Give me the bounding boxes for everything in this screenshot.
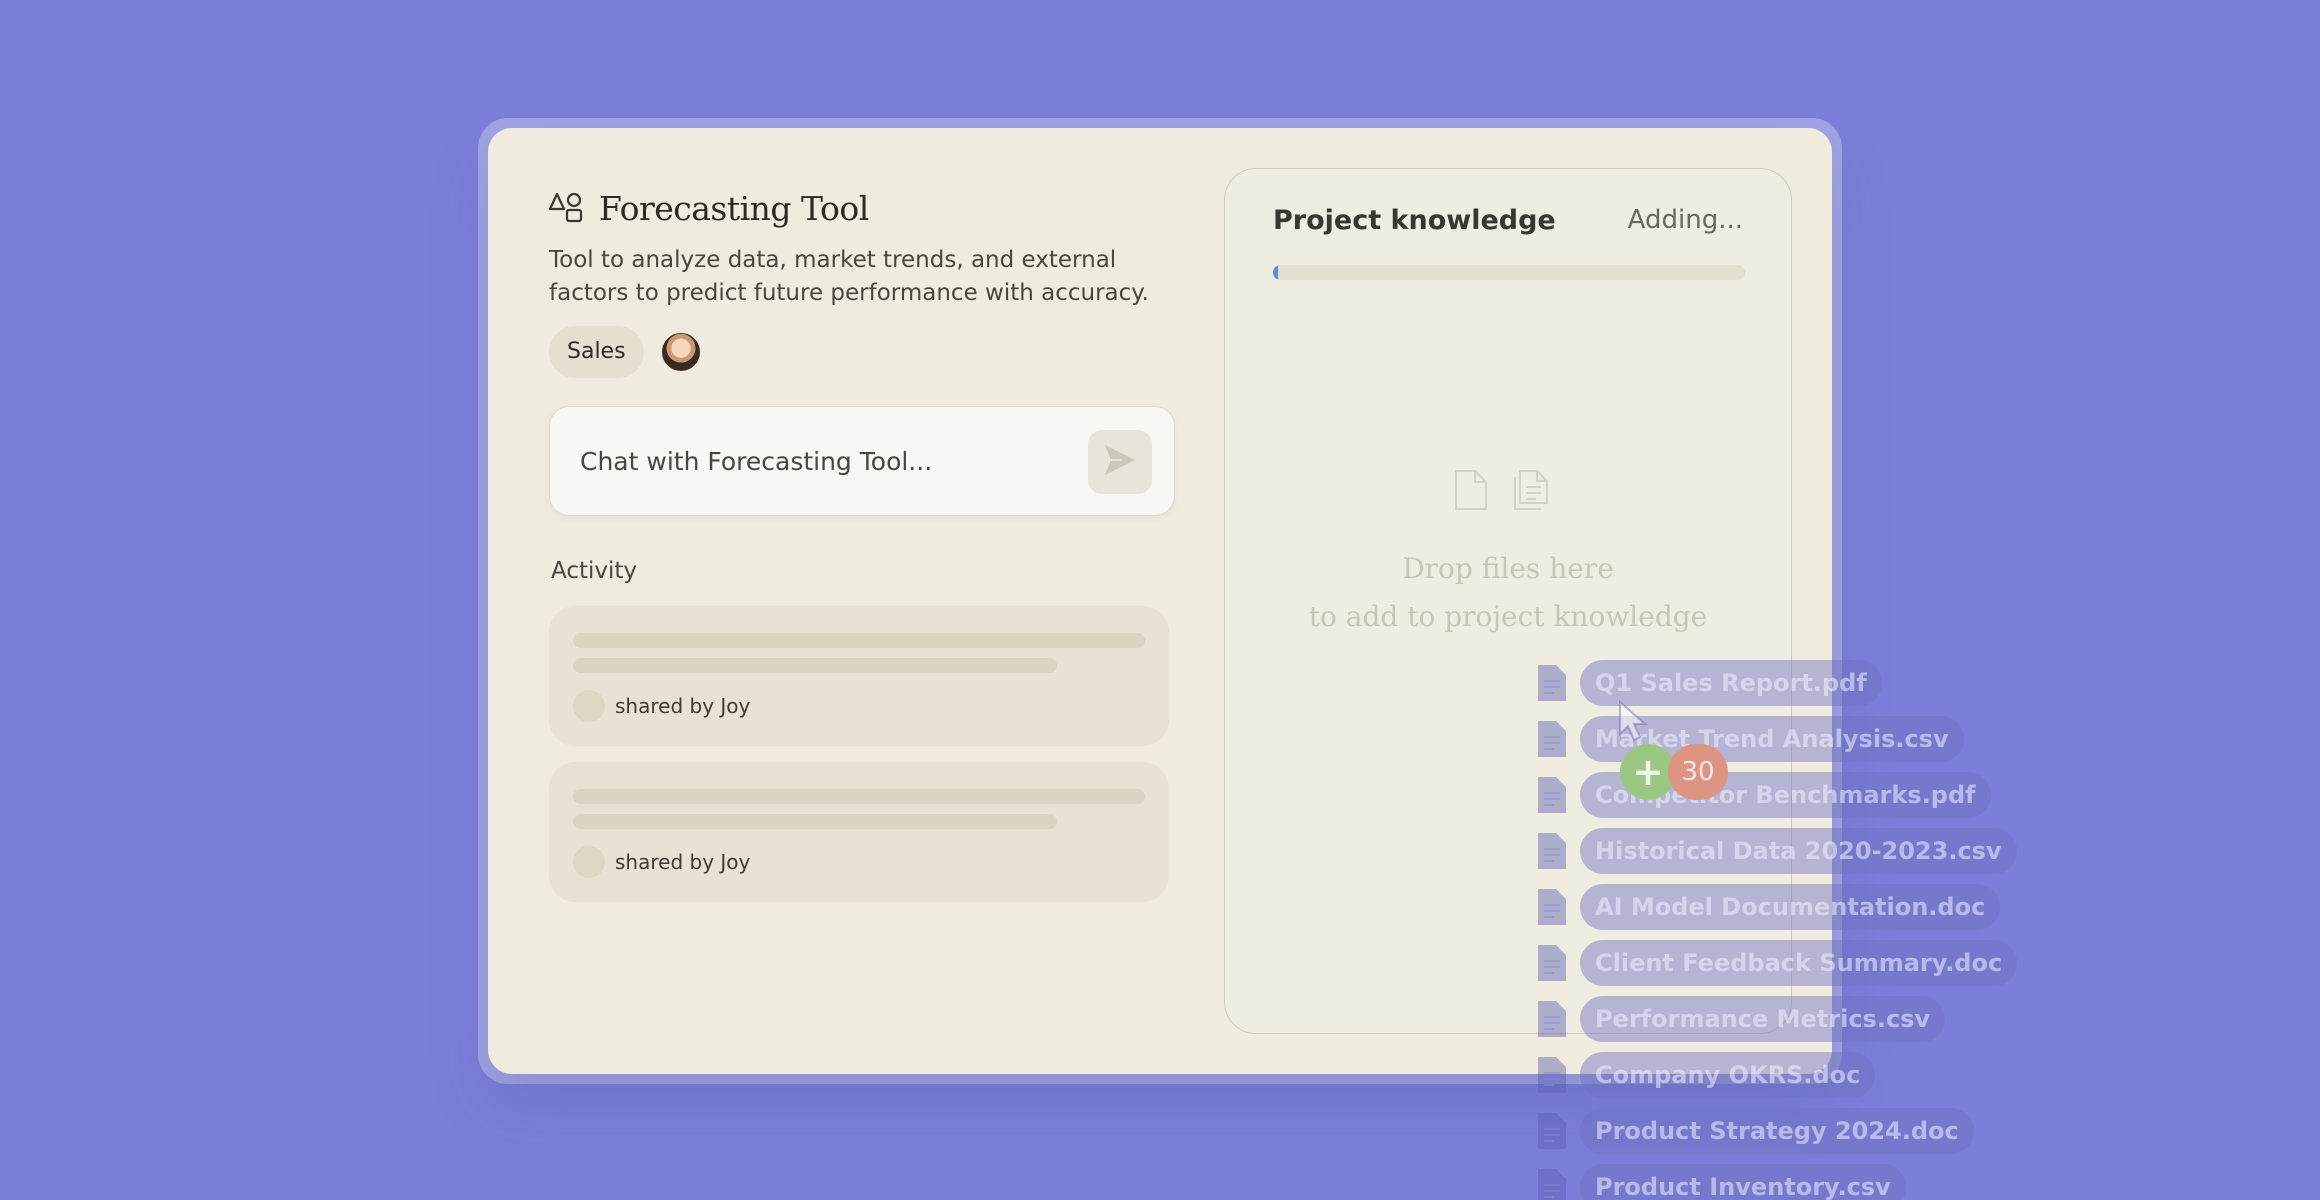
chat-input[interactable] <box>580 437 1080 485</box>
project-title: Forecasting Tool <box>599 189 869 228</box>
file-name: Performance Metrics.csv <box>1580 996 1946 1042</box>
tag-sales[interactable]: Sales <box>549 326 644 378</box>
mouse-cursor-icon <box>1618 699 1648 746</box>
dragged-file[interactable]: Historical Data 2020-2023.csv <box>1536 828 2017 874</box>
drop-icons <box>1453 469 1551 515</box>
document-icon <box>1538 777 1566 813</box>
document-icon <box>1538 1113 1566 1149</box>
shared-by: shared by Joy <box>573 846 750 878</box>
document-icon <box>1538 889 1566 925</box>
avatar-placeholder <box>573 690 605 722</box>
shared-by-text: shared by Joy <box>615 850 751 874</box>
document-icon <box>1538 665 1566 701</box>
dragged-file[interactable]: Company OKRS.doc <box>1536 1052 1876 1098</box>
project-header: Forecasting Tool <box>548 189 869 228</box>
document-icon <box>1538 945 1566 981</box>
placeholder-line <box>573 789 1145 804</box>
dragged-file[interactable]: Competitor Benchmarks.pdf <box>1536 772 1991 818</box>
knowledge-title: Project knowledge <box>1273 205 1556 236</box>
file-name: Client Feedback Summary.doc <box>1580 940 2018 986</box>
avatar-placeholder <box>573 846 605 878</box>
dragged-file[interactable]: AI Model Documentation.doc <box>1536 884 2001 930</box>
send-icon <box>1102 442 1138 482</box>
drop-line-2: to add to project knowledge <box>1308 600 1708 633</box>
files-icon <box>1511 469 1551 515</box>
upload-progress-bar <box>1273 265 1745 280</box>
avatar[interactable] <box>659 331 702 373</box>
shared-by: shared by Joy <box>573 690 750 722</box>
dragged-file[interactable]: Product Inventory.csv <box>1536 1164 1906 1200</box>
activity-item[interactable]: shared by Joy <box>549 762 1169 902</box>
document-icon <box>1538 833 1566 869</box>
shared-by-text: shared by Joy <box>615 694 751 718</box>
file-count-badge: 30 <box>1668 744 1728 800</box>
dragged-file[interactable]: Client Feedback Summary.doc <box>1536 940 2018 986</box>
placeholder-line <box>573 633 1145 648</box>
drag-badges: + 30 <box>1620 744 1728 800</box>
activity-heading: Activity <box>551 558 638 584</box>
send-button[interactable] <box>1088 430 1152 494</box>
file-name: Product Strategy 2024.doc <box>1580 1108 1974 1154</box>
document-icon <box>1538 1057 1566 1093</box>
project-tags: Sales <box>549 326 702 378</box>
project-description: Tool to analyze data, market trends, and… <box>549 247 1149 306</box>
file-name: AI Model Documentation.doc <box>1580 884 2001 930</box>
dragged-file[interactable]: Market Trend Analysis.csv <box>1536 716 1964 762</box>
dragged-file[interactable]: Performance Metrics.csv <box>1536 996 1946 1042</box>
chat-box <box>549 406 1175 516</box>
document-icon <box>1538 1169 1566 1200</box>
drop-line-1: Drop files here <box>1402 552 1614 585</box>
placeholder-line <box>573 658 1057 673</box>
placeholder-line <box>573 814 1057 829</box>
shapes-icon <box>548 191 585 227</box>
dragged-file[interactable]: Q1 Sales Report.pdf <box>1536 660 1882 706</box>
file-name: Historical Data 2020-2023.csv <box>1580 828 2017 874</box>
document-icon <box>1538 1001 1566 1037</box>
file-icon <box>1453 469 1489 515</box>
activity-item[interactable]: shared by Joy <box>549 606 1169 746</box>
file-name: Product Inventory.csv <box>1580 1164 1906 1200</box>
document-icon <box>1538 721 1566 757</box>
dragged-file[interactable]: Product Strategy 2024.doc <box>1536 1108 1974 1154</box>
drop-instructions: Drop files here to add to project knowle… <box>1225 545 1791 641</box>
file-name: Company OKRS.doc <box>1580 1052 1876 1098</box>
knowledge-status: Adding... <box>1627 205 1743 235</box>
project-card: Forecasting Tool Tool to analyze data, m… <box>488 128 1832 1074</box>
upload-progress-fill <box>1273 265 1278 280</box>
